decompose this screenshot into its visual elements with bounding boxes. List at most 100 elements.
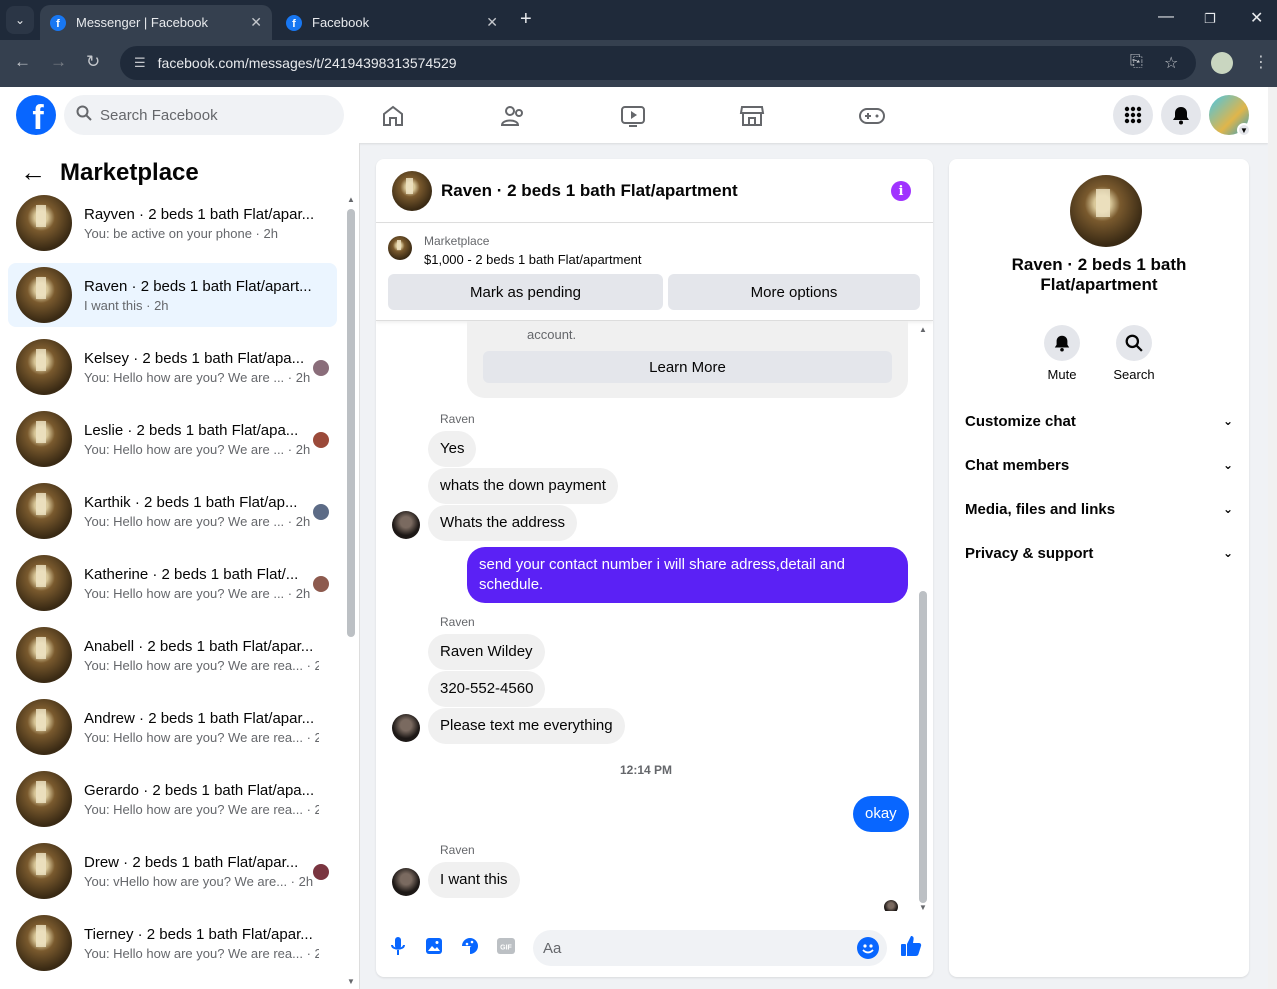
conversation-item[interactable]: Leslie · 2 beds 1 bath Flat/apa... You: H… — [8, 407, 337, 471]
search-input[interactable] — [100, 106, 320, 124]
tab-messenger[interactable]: f Messenger | Facebook ✕ — [40, 5, 272, 40]
conversation-item[interactable]: Rayven · 2 beds 1 bath Flat/apar... You: … — [8, 191, 337, 255]
learn-more-button[interactable]: Learn More — [483, 351, 892, 383]
sender-avatar[interactable] — [392, 511, 420, 539]
panel-title: ← Marketplace — [20, 157, 199, 188]
close-tab-icon[interactable]: ✕ — [486, 14, 498, 31]
conversation-item[interactable]: Kelsey · 2 beds 1 bath Flat/apa... You: H… — [8, 335, 337, 399]
scrollbar-thumb[interactable] — [919, 591, 927, 903]
conversation-item[interactable]: Katherine · 2 beds 1 bath Flat/... You: H… — [8, 551, 337, 615]
conversation-name: Raven · 2 beds 1 bath Flat/apart... — [84, 277, 312, 295]
restore-button[interactable]: ❐ — [1204, 11, 1216, 27]
scroll-up-arrow[interactable]: ▲ — [347, 195, 355, 204]
message-bubble[interactable]: Raven Wildey — [428, 634, 545, 670]
notifications-bell-icon[interactable] — [1161, 95, 1201, 135]
conversation-item[interactable]: Anabell · 2 beds 1 bath Flat/apar... You:… — [8, 623, 337, 687]
message-bubble[interactable]: Please text me everything — [428, 708, 625, 744]
conversation-item[interactable]: Andrew · 2 beds 1 bath Flat/apar... You: … — [8, 695, 337, 759]
sender-avatar[interactable] — [392, 868, 420, 896]
media-files-links-section[interactable]: Media, files and links ⌄ — [965, 489, 1233, 529]
scrollbar-thumb[interactable] — [347, 209, 355, 637]
gaming-icon[interactable] — [857, 101, 887, 131]
conversation-preview: You: Hello how are you? We are ... · 2h — [84, 369, 311, 385]
message-input[interactable] — [543, 939, 843, 957]
conversation-item-selected[interactable]: Raven · 2 beds 1 bath Flat/apart... I wan… — [8, 263, 337, 327]
conversation-item[interactable]: Drew · 2 beds 1 bath Flat/apar... You: vH… — [8, 839, 337, 903]
card-text: account. — [527, 327, 577, 342]
mark-as-pending-button[interactable]: Mark as pending — [388, 274, 663, 310]
more-options-button[interactable]: More options — [668, 274, 920, 310]
back-arrow-icon[interactable]: ← — [20, 157, 46, 188]
marketplace-chat-list: ← Marketplace ▲ ▼ Rayven · 2 beds 1 bath… — [0, 143, 360, 989]
listing-thumbnail — [16, 195, 72, 251]
close-window-button[interactable]: ✕ — [1250, 8, 1263, 28]
search-box[interactable] — [64, 95, 344, 135]
scroll-up-arrow[interactable]: ▲ — [919, 325, 927, 334]
search-button[interactable]: Search — [1094, 325, 1174, 382]
forward-icon[interactable]: → — [50, 52, 67, 72]
like-thumbs-up-icon[interactable] — [898, 933, 924, 959]
conversation-item[interactable]: Tierney · 2 beds 1 bath Flat/apar... You:… — [8, 911, 337, 975]
chat-title: Raven · 2 beds 1 bath Flat/apartment — [441, 180, 738, 200]
watch-icon[interactable] — [618, 101, 648, 131]
tab-search-dropdown[interactable]: ⌄ — [6, 6, 34, 34]
facebook-header: f ▼ — [0, 87, 1268, 143]
microphone-icon[interactable] — [387, 935, 409, 957]
friends-icon[interactable] — [498, 101, 528, 131]
photo-icon[interactable] — [423, 935, 445, 957]
message-input-box[interactable] — [533, 930, 887, 966]
url-text[interactable]: facebook.com/messages/t/2419439831357452… — [158, 55, 457, 71]
message-bubble[interactable]: I want this — [428, 862, 520, 898]
new-tab-button[interactable]: + — [520, 8, 532, 31]
customize-chat-section[interactable]: Customize chat ⌄ — [965, 401, 1233, 441]
browser-menu-icon[interactable]: ⋮ — [1253, 52, 1269, 72]
buyer-avatar — [313, 432, 329, 448]
message-bubble[interactable]: 320-552-4560 — [428, 671, 546, 707]
marketplace-icon[interactable] — [737, 101, 767, 131]
listing-thumbnail — [388, 236, 412, 260]
account-avatar[interactable]: ▼ — [1209, 95, 1251, 137]
my-message-bubble[interactable]: okay — [853, 796, 909, 832]
my-message-bubble[interactable]: send your contact number i will share ad… — [467, 547, 908, 603]
chat-members-section[interactable]: Chat members ⌄ — [965, 445, 1233, 485]
page-scrollbar[interactable] — [1268, 87, 1277, 989]
reload-icon[interactable]: ↻ — [86, 52, 100, 72]
mute-button[interactable]: Mute — [1022, 325, 1102, 382]
privacy-support-section[interactable]: Privacy & support ⌄ — [965, 533, 1233, 573]
listing-thumbnail — [16, 843, 72, 899]
scroll-down-arrow[interactable]: ▼ — [347, 977, 355, 986]
close-tab-icon[interactable]: ✕ — [250, 14, 262, 31]
site-settings-icon[interactable]: ☰ — [134, 55, 146, 71]
message-bubble[interactable]: Whats the address — [428, 505, 578, 541]
browser-tab-bar: ⌄ f Messenger | Facebook ✕ f Facebook ✕ … — [0, 0, 1277, 40]
back-icon[interactable]: ← — [14, 52, 31, 72]
facebook-logo[interactable]: f — [16, 95, 56, 135]
buyer-avatar — [313, 576, 329, 592]
message-bubble[interactable]: Yes — [428, 431, 477, 467]
marketplace-listing-bar: Marketplace $1,000 - 2 beds 1 bath Flat/… — [376, 224, 933, 321]
info-icon[interactable]: i — [891, 181, 911, 201]
bookmark-star-icon[interactable]: ☆ — [1164, 53, 1178, 73]
info-card: account. Learn More — [467, 321, 908, 398]
conversation-item[interactable]: Gerardo · 2 beds 1 bath Flat/apa... You: … — [8, 767, 337, 831]
browser-toolbar: ← → ↻ ☰ facebook.com/messages/t/24194398… — [0, 40, 1277, 87]
address-bar[interactable]: ☰ facebook.com/messages/t/24194398313574… — [120, 46, 1196, 80]
tab-facebook[interactable]: f Facebook ✕ — [276, 5, 508, 40]
browser-profile-avatar[interactable] — [1211, 52, 1233, 74]
sticker-icon[interactable] — [459, 935, 481, 957]
conversation-item[interactable]: Karthik · 2 beds 1 bath Flat/ap... You: H… — [8, 479, 337, 543]
emoji-icon[interactable] — [857, 937, 879, 959]
conversation-name: Andrew · 2 beds 1 bath Flat/apar... — [84, 709, 315, 727]
scroll-down-arrow[interactable]: ▼ — [919, 903, 927, 911]
message-bubble[interactable]: whats the down payment — [428, 468, 618, 504]
home-icon[interactable] — [378, 101, 408, 131]
listing-price[interactable]: $1,000 - 2 beds 1 bath Flat/apartment — [424, 252, 642, 267]
menu-grid-icon[interactable] — [1113, 95, 1153, 135]
minimize-button[interactable]: — — [1158, 8, 1174, 26]
chat-header[interactable]: Raven · 2 beds 1 bath Flat/apartment i — [376, 159, 933, 223]
conversation-preview: You: Hello how are you? We are ... · 2h — [84, 585, 311, 601]
listing-thumbnail — [16, 627, 72, 683]
sender-avatar[interactable] — [392, 714, 420, 742]
install-app-icon[interactable]: ⎘ — [1130, 53, 1143, 71]
gif-icon[interactable]: GIF — [495, 935, 517, 957]
